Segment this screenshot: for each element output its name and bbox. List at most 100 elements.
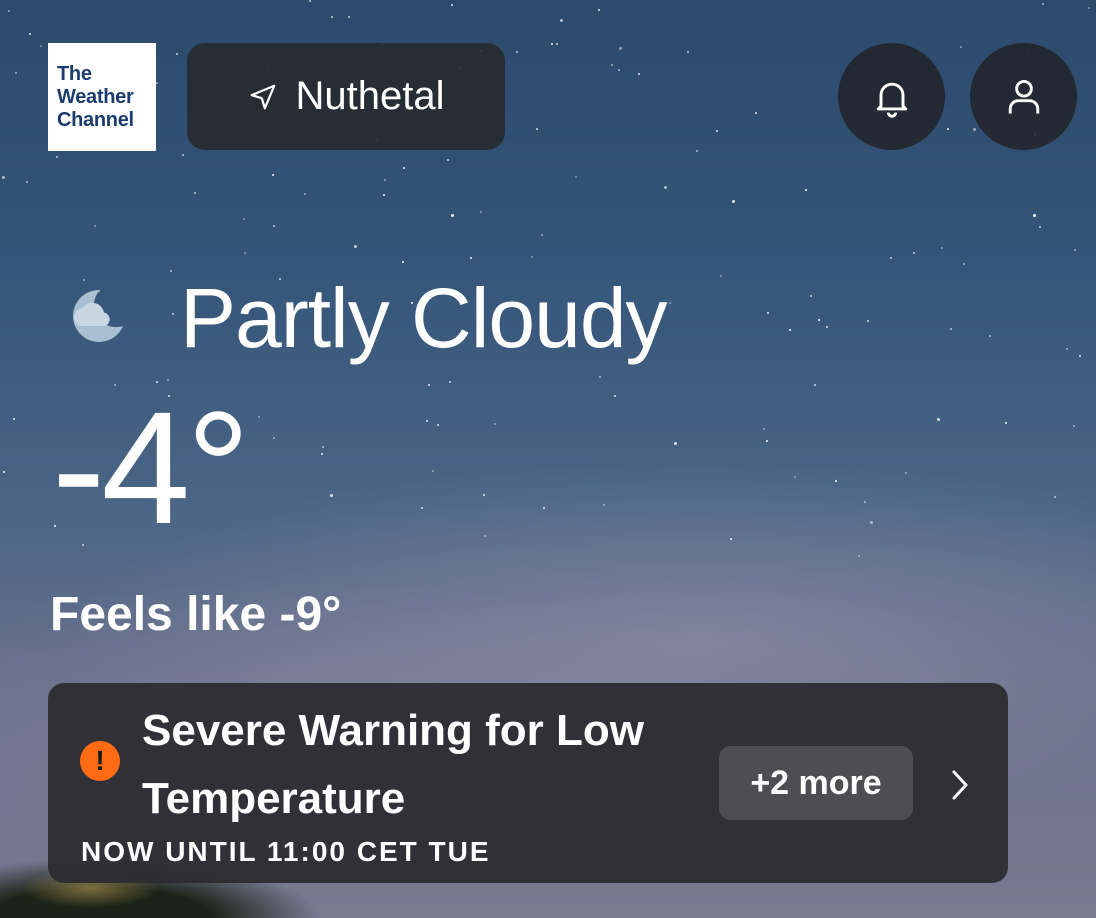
star [483,494,485,496]
star [272,174,274,176]
star [835,480,837,482]
star [826,326,828,328]
star [1039,226,1041,228]
star [664,186,667,189]
star [598,9,600,11]
star [170,270,172,272]
star [449,381,451,383]
star [937,418,940,421]
star [29,33,31,35]
star [867,320,869,322]
logo-line-2: Weather [57,85,134,108]
star [1042,3,1044,5]
star [3,471,5,473]
star [963,263,965,265]
star [618,69,620,71]
star [421,507,423,509]
star [560,19,563,22]
star [182,154,184,156]
star [384,179,386,181]
star [687,51,689,53]
star [599,376,601,378]
star [273,437,275,439]
feels-like-text: Feels like -9° [50,588,342,641]
star [638,73,640,75]
moon-cloud-icon [73,289,123,342]
star [330,494,333,497]
star [94,225,96,227]
star [309,0,311,2]
current-temperature: -4° [52,378,250,557]
star [321,453,323,455]
star [26,181,28,183]
profile-button[interactable] [970,43,1077,150]
star [730,538,732,540]
star [1074,249,1076,251]
star [669,302,671,304]
star [716,130,718,132]
star [428,384,430,386]
notifications-button[interactable] [838,43,945,150]
star [1079,355,1081,357]
star [603,504,605,506]
star [402,261,404,263]
star [494,423,496,425]
logo-line-3: Channel [57,108,134,131]
star [354,245,357,248]
condition-text: Partly Cloudy [180,271,668,365]
star [531,256,533,258]
star [331,16,333,18]
star [556,43,558,45]
star [805,189,807,191]
star [258,416,260,418]
star [543,507,545,509]
alert-title: Severe Warning for Low Temperature [142,706,645,823]
star [484,535,486,537]
star [696,150,698,152]
star [243,218,245,220]
alert-time: NOW UNTIL 11:00 CET TUE [81,836,491,867]
star [950,328,952,330]
star [15,72,17,74]
star [273,225,275,227]
more-alerts-button[interactable]: +2 more [719,746,913,820]
star [960,46,962,48]
star [1054,496,1056,498]
star [176,53,178,55]
star [575,176,577,178]
navigation-arrow-icon [250,84,275,109]
weather-channel-logo[interactable]: The Weather Channel [48,43,156,151]
star [810,295,812,297]
weather-alert-card[interactable]: ! Severe Warning for Low Temperature NOW… [48,683,1008,883]
star [383,194,385,196]
logo-line-1: The [57,62,92,85]
star [905,472,907,474]
star [322,446,324,448]
star [619,47,622,50]
star [2,176,5,179]
star [172,313,174,315]
star [814,384,816,386]
star [451,4,453,6]
location-button[interactable]: Nuthetal [187,43,505,150]
star [789,329,791,331]
star [304,193,306,195]
chevron-right-icon[interactable] [948,768,972,802]
star [611,64,613,66]
star [1066,348,1068,350]
star [541,234,543,236]
star [767,312,769,314]
location-name: Nuthetal [295,74,445,118]
star [720,275,722,277]
star [763,428,765,430]
star [516,51,518,53]
star [403,167,405,169]
star [551,43,553,45]
user-icon [1008,79,1039,113]
star [432,470,434,472]
star [818,319,820,321]
star [83,279,85,281]
star [437,424,439,426]
star [1088,7,1090,9]
alert-exclamation-icon: ! [80,741,120,781]
